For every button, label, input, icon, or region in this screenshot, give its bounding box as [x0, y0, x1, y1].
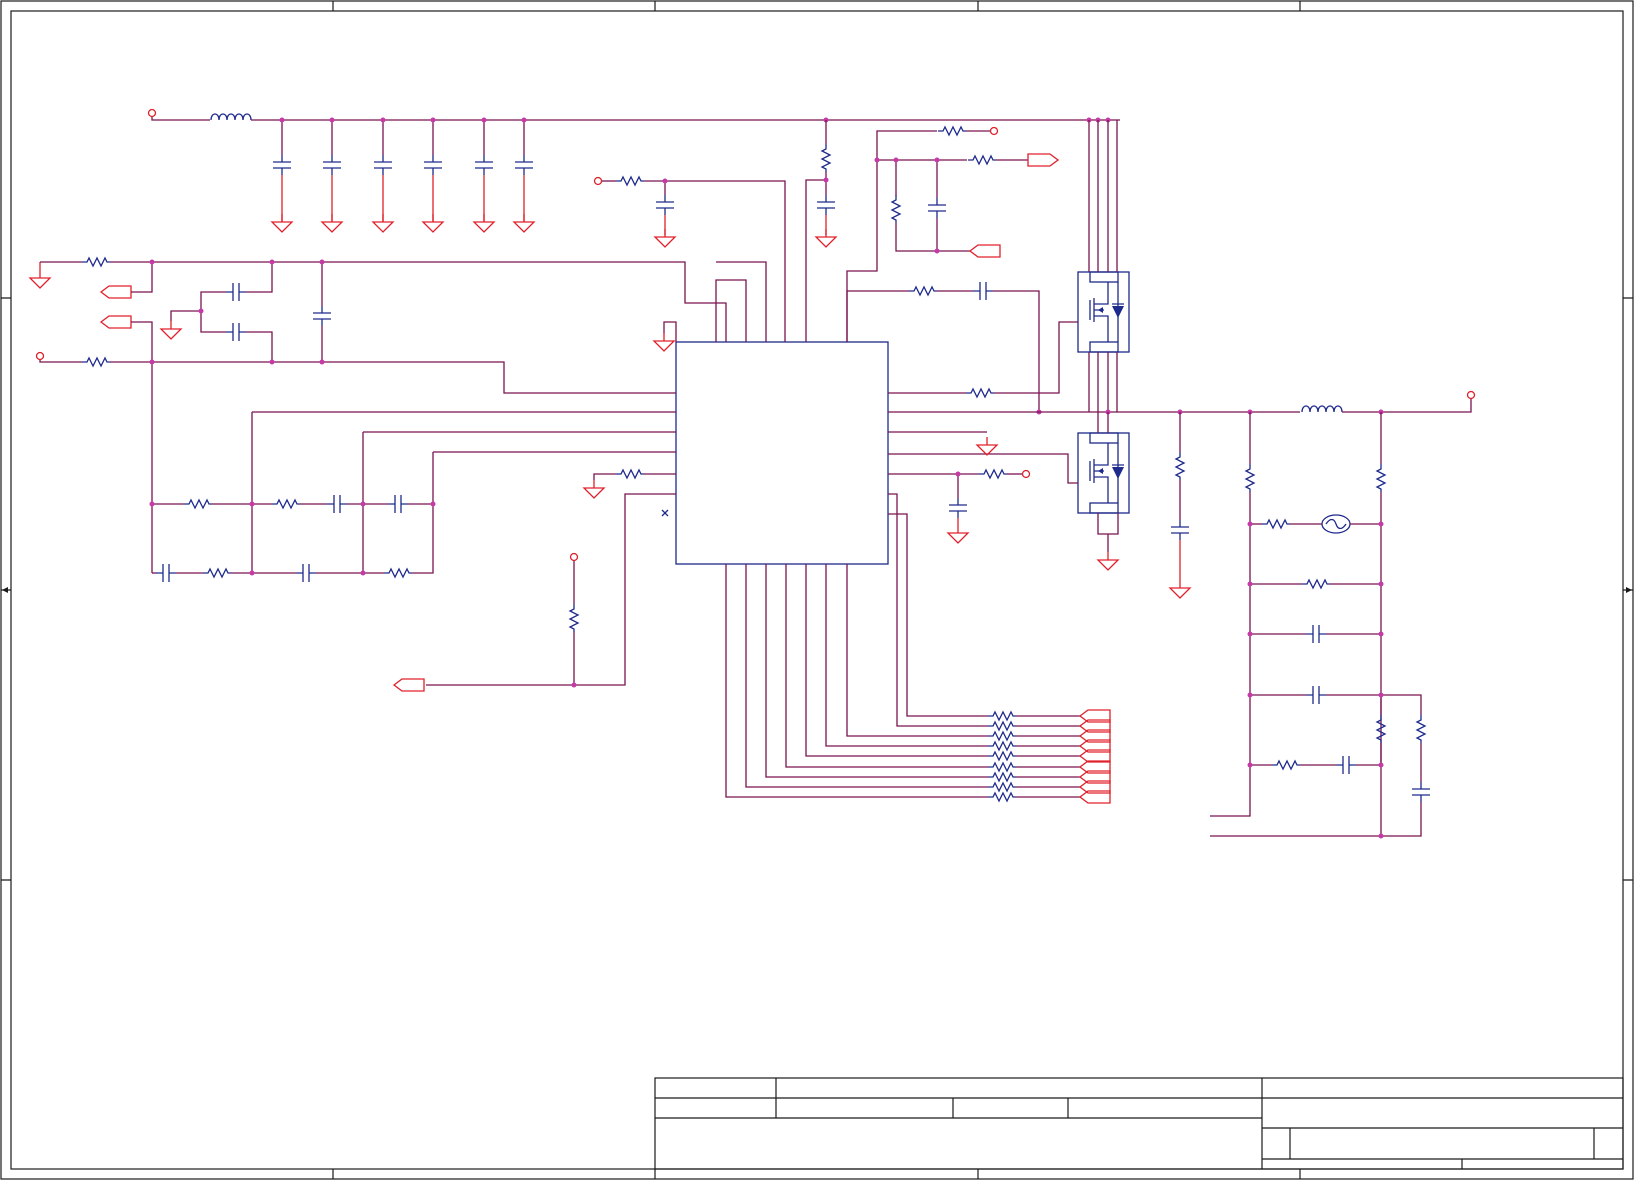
vcc-filter — [593, 176, 786, 342]
title-block — [654, 1077, 1624, 1170]
sheet-frame — [0, 0, 1634, 1180]
input-port — [969, 244, 1001, 258]
input-inductor — [210, 113, 252, 121]
resistor-array-bus — [725, 493, 1111, 804]
snubber — [1169, 412, 1191, 599]
left-input-network — [29, 257, 727, 573]
current-sense-network — [1210, 412, 1431, 839]
bootstrap-divider — [805, 120, 837, 342]
schematic-canvas — [0, 0, 1634, 1180]
schematic-sheet — [0, 0, 1634, 1180]
bootstrap-cap — [846, 281, 1042, 415]
ic-right-pins — [888, 431, 1031, 544]
feedback-port — [393, 678, 425, 692]
output-pin — [1466, 390, 1476, 400]
output-inductor — [1301, 405, 1343, 413]
bus-ports — [1079, 709, 1111, 804]
low-side-mosfet — [888, 412, 1130, 571]
input-capacitor-bank — [271, 120, 535, 233]
enable-network — [846, 126, 1059, 342]
resistor-array — [987, 711, 1017, 802]
input-rail — [147, 108, 1120, 233]
compensation-network — [149, 411, 676, 583]
input-pin — [147, 108, 157, 118]
output-port — [1027, 153, 1059, 167]
controller-ic — [675, 341, 889, 565]
ic-left-misc — [393, 261, 767, 692]
high-side-mosfet — [888, 120, 1130, 412]
